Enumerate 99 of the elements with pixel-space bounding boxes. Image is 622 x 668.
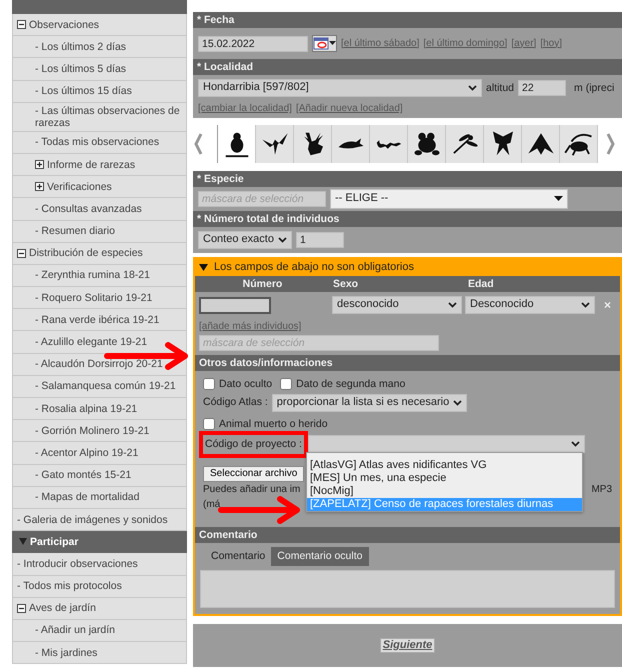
dropdown-option[interactable]: [AtlasVG] Atlas aves nidificantes VG [307, 459, 582, 472]
sidebar-item[interactable]: - Galeria de imágenes y sonidos [12, 508, 187, 532]
section-header: Comentario [195, 527, 620, 543]
count-method-dropdown[interactable]: Conteo exacto [198, 231, 292, 249]
altitude-field[interactable]: 22 [518, 80, 566, 96]
sidebar-group[interactable]: Verificaciones [12, 176, 187, 198]
group-label: Observaciones [29, 18, 100, 31]
group-label: Informe de rarezas [47, 158, 136, 171]
sidebar-item[interactable]: - Mapas de mortalidad [12, 486, 187, 509]
collapsible-header[interactable]: Los campos de abajo no son obligatorios [195, 259, 620, 276]
calendar-button[interactable] [312, 35, 337, 52]
file-button[interactable]: Seleccionar archivo [203, 466, 304, 482]
sidebar-item[interactable]: - Todos mis protocolos [12, 576, 187, 598]
sidebar-item[interactable]: - Azulillo elegante 19-21 [12, 331, 187, 354]
caret-icon [278, 237, 287, 243]
help-text: MP3 [591, 484, 612, 496]
sidebar-item[interactable]: - Roquero Solitario 19-21 [12, 287, 187, 310]
sidebar-group[interactable]: Aves de jardín [12, 598, 187, 620]
section-title: Participar [30, 536, 78, 548]
checkbox-label: Dato oculto [219, 378, 272, 391]
sidebar-item[interactable]: - Mis jardines [12, 642, 187, 664]
checkbox[interactable] [280, 378, 292, 390]
sidebar-item[interactable]: - Consultas avanzadas [12, 198, 187, 220]
calendar-icon [313, 37, 329, 50]
sidebar-section-header[interactable]: Participar [12, 531, 187, 554]
sidebar-group[interactable]: Informe de rarezas [12, 154, 187, 176]
age-dropdown[interactable]: Desconocido [465, 296, 595, 314]
sidebar-item[interactable]: - Zerynthia rumina 18-21 [12, 264, 187, 288]
previous-icon [193, 133, 203, 155]
checkbox-label: Animal muerto o herido [219, 418, 328, 430]
checkbox-label: Dato de segunda mano [296, 378, 406, 391]
species-group-tab[interactable] [294, 125, 332, 163]
sidebar-group[interactable]: Distribución de especies [12, 242, 187, 265]
unit-label: m (ipreci [574, 82, 614, 94]
species-group-tab[interactable] [522, 125, 560, 163]
header-text: Los campos de abajo no son obligatorios [214, 260, 414, 274]
column-header: Número [242, 278, 284, 290]
group-label: Aves de jardín [29, 602, 96, 614]
caret-icon [453, 400, 462, 406]
next-button[interactable]: Siguiente [380, 638, 436, 653]
checkbox[interactable] [203, 378, 215, 390]
species-group-tab[interactable] [446, 125, 484, 163]
sidebar-item[interactable]: - Los últimos 15 días [12, 80, 187, 103]
caret-icon [554, 196, 563, 202]
species-group-tab[interactable] [256, 125, 294, 163]
sidebar-group[interactable]: Observaciones [12, 14, 187, 36]
tab[interactable]: Comentario oculto [271, 547, 368, 566]
altitude-label: altitud [486, 82, 514, 94]
group-label: Verificaciones [47, 180, 112, 193]
section-header: * Número total de individuos [193, 211, 622, 227]
field-label: Código Atlas : [203, 396, 268, 409]
sidebar-item[interactable]: - Introducir observaciones [12, 553, 187, 576]
species-group-tab[interactable] [408, 125, 446, 163]
dragonfly-icon [452, 134, 478, 154]
sidebar-item[interactable]: - Gato montés 15-21 [12, 464, 187, 487]
sidebar-item[interactable]: - Rana verde ibérica 19-21 [12, 309, 187, 332]
section-header: Otros datos/informaciones [195, 355, 620, 371]
help-text: (má [203, 498, 220, 511]
column-header: Sexo [332, 278, 360, 290]
comment-field[interactable] [200, 570, 615, 608]
moth-icon [526, 132, 554, 156]
sidebar-item[interactable]: - Los últimos 2 días [12, 36, 187, 58]
section-header: * Localidad [193, 59, 622, 75]
sidebar-item[interactable]: - Rosalia alpina 19-21 [12, 398, 187, 420]
species-group-tab[interactable] [332, 125, 370, 163]
species-group-tab[interactable] [484, 125, 522, 163]
dropdown-option[interactable]: [MES] Un mes, una especie [307, 472, 582, 486]
sidebar-item[interactable]: - Salamanquesa común 19-21 [12, 376, 187, 398]
species-dropdown[interactable]: -- ELIGE -- [330, 189, 568, 209]
species-group-tab[interactable] [560, 125, 598, 163]
triangle-icon [19, 538, 27, 546]
caret-icon [581, 302, 590, 308]
section-header: * Especie [193, 171, 622, 187]
sidebar-item[interactable]: - Resumen diario [12, 220, 187, 243]
dropdown-option[interactable]: [NocMig] [307, 485, 582, 498]
count-field[interactable]: 1 [296, 232, 344, 248]
sex-dropdown[interactable]: desconocido [332, 296, 462, 314]
sidebar-item[interactable]: - Todas mis observaciones [12, 132, 187, 154]
atlas-code-dropdown[interactable]: proporcionar la lista si es necesario [272, 394, 468, 412]
group-label: Distribución de especies [29, 247, 143, 260]
column-header: Edad [467, 278, 495, 290]
number-field[interactable] [199, 296, 271, 314]
species-group-tab[interactable] [370, 125, 408, 163]
section-header: * Fecha [193, 12, 622, 28]
locality-dropdown[interactable]: Hondarribia [597/802] [198, 79, 482, 97]
sidebar-item[interactable]: - Gorrión Molinero 19-21 [12, 420, 187, 442]
checkbox[interactable] [203, 418, 215, 430]
caret-icon [329, 41, 336, 46]
caret-icon [570, 441, 580, 448]
sidebar-item[interactable]: - Acentor Alpino 19-21 [12, 442, 187, 465]
help-text: Puedes añadir una im [203, 484, 300, 496]
sidebar-item[interactable]: - Añadir un jardín [12, 620, 187, 642]
caret-icon [448, 302, 457, 308]
caret-icon [468, 85, 477, 91]
sidebar-item[interactable]: - Los últimos 5 días [12, 58, 187, 81]
tab[interactable]: Comentario [205, 547, 272, 566]
next-icon [606, 133, 616, 155]
sidebar-item[interactable]: - Las últimas observaciones de rarezas [12, 102, 187, 132]
date-field[interactable]: 15.02.2022 [198, 36, 308, 52]
